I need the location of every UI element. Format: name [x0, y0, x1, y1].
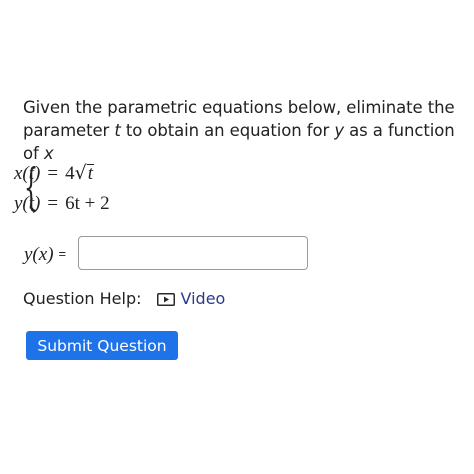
question-help-label: Question Help: — [23, 289, 142, 308]
play-video-icon — [156, 292, 175, 306]
eq1-coefficient: 4 — [65, 163, 75, 184]
prompt-text-2: to obtain an equation for — [120, 121, 335, 140]
eq1-lhs: x(t) — [14, 163, 41, 184]
eq2-lhs: y(t) — [14, 193, 41, 214]
radical-sign-icon: √ — [74, 162, 87, 184]
question-help: Question Help: Video — [23, 288, 225, 310]
answer-equals: = — [58, 246, 67, 261]
square-root: √t — [75, 162, 94, 185]
eq1-equals: = — [47, 163, 59, 184]
answer-function-label: y(x) — [24, 244, 54, 265]
submit-question-button[interactable]: Submit Question — [26, 331, 178, 360]
answer-label: y(x) = — [24, 244, 66, 266]
eq1-radicand: t — [86, 163, 94, 184]
equation-y: y(t) = 6t + 2 — [14, 193, 110, 215]
video-link-label: Video — [180, 289, 226, 308]
dependent-variable: y — [334, 121, 344, 140]
question-prompt: Given the parametric equations below, el… — [23, 96, 463, 165]
answer-input[interactable] — [78, 236, 308, 270]
video-link[interactable]: Video — [156, 288, 226, 310]
equation-x: x(t) = 4√t — [14, 162, 94, 185]
eq2-rhs: 6t + 2 — [65, 193, 110, 214]
eq2-equals: = — [47, 193, 59, 214]
